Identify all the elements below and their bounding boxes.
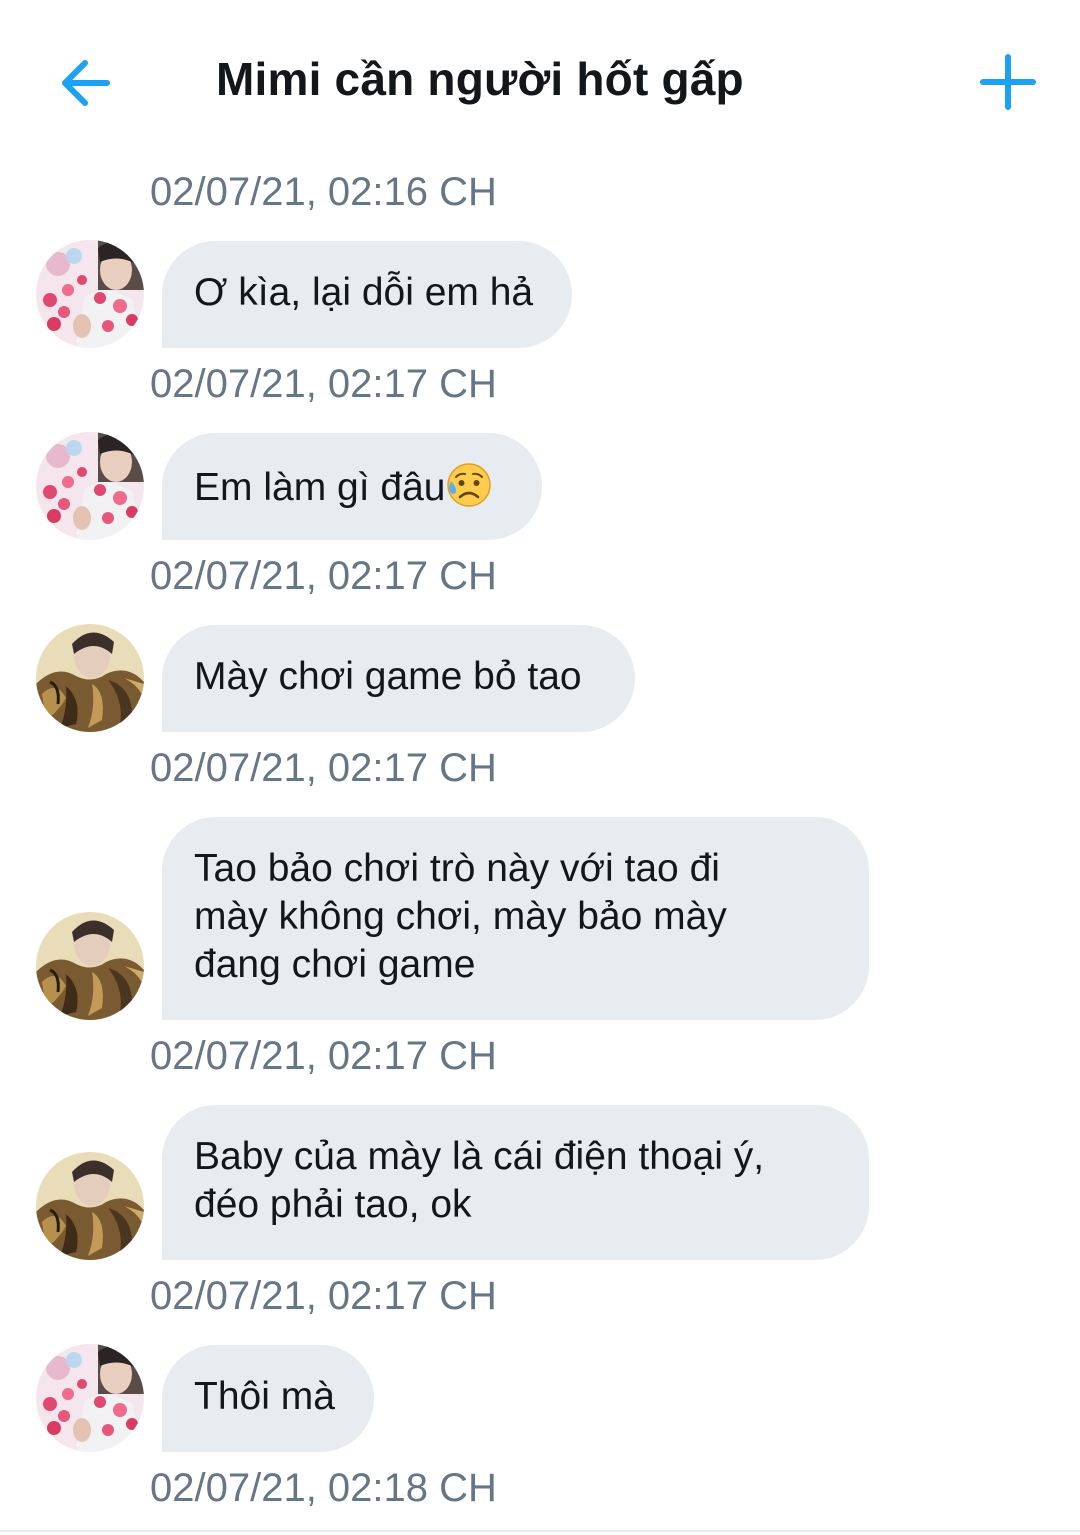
message-timestamp: 02/07/21, 02:17 CH [150, 362, 497, 406]
message-timestamp: 02/07/21, 02:16 CH [150, 170, 497, 214]
message-text-line: Tao bảo chơi trò này với tao đi [194, 847, 720, 890]
avatar[interactable] [36, 912, 144, 1020]
arrow-left-icon [62, 60, 110, 106]
divider [0, 1530, 1080, 1532]
message-bubble[interactable]: Baby của mày là cái điện thoại ý, đéo ph… [162, 1105, 869, 1260]
avatar[interactable] [36, 432, 144, 540]
message-bubble[interactable]: Tao bảo chơi trò này với tao đi mày khôn… [162, 817, 869, 1020]
message-timestamp: 02/07/21, 02:17 CH [150, 746, 497, 790]
message-text: Mày chơi game bỏ tao [194, 655, 582, 698]
plus-icon [980, 54, 1036, 110]
message-timestamp: 02/07/21, 02:17 CH [150, 1034, 497, 1078]
conversation-title: Mimi cần người hốt gấp [216, 53, 744, 105]
message-timestamp: 02/07/21, 02:17 CH [150, 554, 497, 598]
message-bubble[interactable]: Ơ kìa, lại dỗi em hả [162, 241, 572, 348]
sad-but-relieved-face-icon [447, 463, 492, 507]
message-text: Em làm gì đâu [194, 466, 446, 509]
message-text-row: Em làm gì đâu [194, 461, 510, 512]
avatar[interactable] [36, 1344, 144, 1452]
message-text: Thôi mà [194, 1375, 335, 1418]
message-bubble[interactable]: Mày chơi game bỏ tao [162, 625, 635, 732]
message-bubble[interactable]: Em làm gì đâu [162, 433, 542, 540]
message-bubble[interactable]: Thôi mà [162, 1345, 374, 1452]
avatar[interactable] [36, 240, 144, 348]
avatar[interactable] [36, 1152, 144, 1260]
add-button[interactable] [972, 46, 1044, 118]
message-text-line: mày không chơi, mày bảo mày [194, 895, 727, 938]
top-bar: Mimi cần người hốt gấp [0, 0, 1080, 160]
back-button[interactable] [50, 48, 120, 118]
message-timestamp: 02/07/21, 02:18 CH [150, 1466, 497, 1510]
message-text-line: Baby của mày là cái điện thoại ý, [194, 1135, 765, 1178]
message-timestamp: 02/07/21, 02:17 CH [150, 1274, 497, 1318]
message-text: Ơ kìa, lại dỗi em hả [194, 271, 534, 314]
message-text-line: đéo phải tao, ok [194, 1183, 472, 1226]
message-text-line: đang chơi game [194, 943, 476, 986]
avatar[interactable] [36, 624, 144, 732]
